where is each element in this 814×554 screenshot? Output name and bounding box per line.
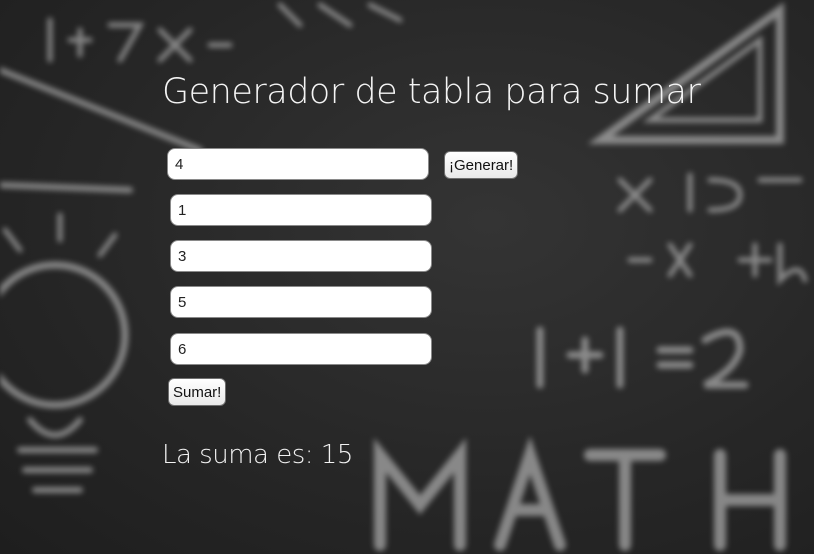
sum-result: La suma es: 15	[162, 440, 353, 470]
count-input[interactable]	[167, 148, 429, 180]
page-title: Generador de tabla para sumar	[162, 72, 701, 112]
number-input-2[interactable]	[170, 240, 432, 272]
number-input-3[interactable]	[170, 286, 432, 318]
number-input-1[interactable]	[170, 194, 432, 226]
number-input-4[interactable]	[170, 333, 432, 365]
generate-button[interactable]: ¡Generar!	[444, 151, 519, 179]
sum-button[interactable]: Sumar!	[168, 378, 227, 406]
